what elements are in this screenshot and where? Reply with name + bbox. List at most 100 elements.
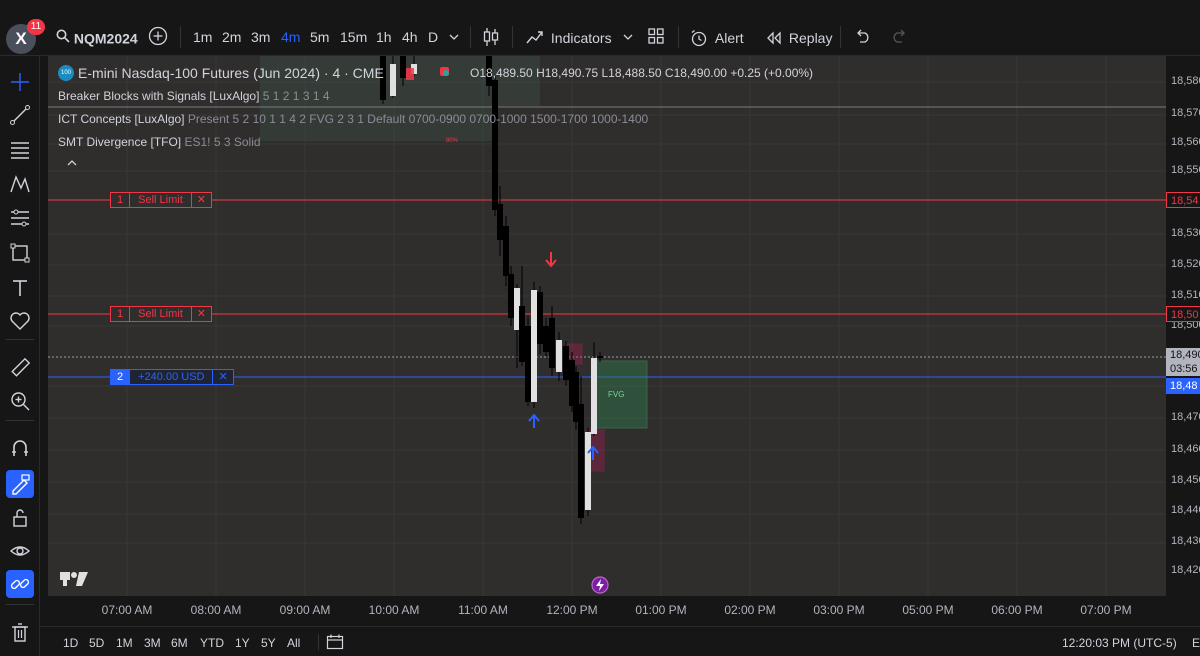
undo-icon xyxy=(857,29,869,43)
toolbar-divider xyxy=(6,420,34,421)
ruler-icon[interactable] xyxy=(6,354,34,382)
top-toolbar: X 11 NQM2024 1m 2m 3m 4m 5m 15m 1h 4h D … xyxy=(0,0,1200,56)
undo-button[interactable] xyxy=(854,28,872,48)
range-1y[interactable]: 1Y xyxy=(235,636,250,650)
range-all[interactable]: All xyxy=(287,636,300,650)
toolbar-divider xyxy=(6,604,34,605)
rectangle-icon[interactable] xyxy=(6,239,34,267)
price-tick: 18,570 xyxy=(1171,107,1200,119)
indicator-smt-divergence[interactable]: SMT Divergence [TFO] ES1! 5 3 Solid xyxy=(58,135,261,149)
alert-button[interactable]: Alert xyxy=(690,27,744,48)
time-tick: 11:00 AM xyxy=(458,603,508,617)
replay-button[interactable]: Replay xyxy=(766,27,832,48)
time-tick: 08:00 AM xyxy=(190,603,242,617)
indicator-ict-concepts[interactable]: ICT Concepts [LuxAlgo] Present 5 2 10 1 … xyxy=(58,112,648,126)
position-qty: 2 xyxy=(110,369,131,385)
magnet-icon[interactable] xyxy=(6,434,34,462)
trend-line-icon[interactable] xyxy=(6,101,34,129)
grid-layout-icon xyxy=(648,28,664,44)
range-ytd[interactable]: YTD xyxy=(200,636,224,650)
timeframe-4h[interactable]: 4h xyxy=(402,27,418,47)
drawing-toolbar xyxy=(0,56,40,656)
sell-limit-order-2[interactable]: 1 Sell Limit ✕ xyxy=(110,306,212,322)
bar-countdown-label: 03:56 xyxy=(1166,362,1200,376)
price-tick: 18,580 xyxy=(1171,75,1200,87)
timeframe-3m[interactable]: 3m xyxy=(251,27,270,47)
chart-pane[interactable]: 80% FVG 100 E-mini Nasdaq-100 Futures (J… xyxy=(48,56,1166,596)
timeframe-15m[interactable]: 15m xyxy=(340,27,367,47)
timeframe-4m[interactable]: 4m xyxy=(281,27,300,47)
chart-type-button[interactable] xyxy=(481,26,501,53)
timeframe-2m[interactable]: 2m xyxy=(222,27,241,47)
range-1d[interactable]: 1D xyxy=(63,636,78,650)
pattern-icon[interactable] xyxy=(6,170,34,198)
sell-signal-arrow xyxy=(545,252,557,268)
indicators-button[interactable]: Indicators xyxy=(526,27,612,48)
stay-in-drawing-mode-icon[interactable] xyxy=(6,470,34,498)
heart-icon[interactable] xyxy=(6,307,34,335)
alarm-clock-icon xyxy=(691,30,707,47)
timezone-clock[interactable]: 12:20:03 PM (UTC-5) xyxy=(1062,636,1177,650)
goto-date-button[interactable] xyxy=(326,634,344,655)
trailing-label[interactable]: E xyxy=(1192,636,1200,650)
range-5d[interactable]: 5D xyxy=(89,636,104,650)
time-tick: 03:00 PM xyxy=(813,603,865,617)
tradingview-logo xyxy=(60,572,88,586)
high-value: 18,490.75 xyxy=(544,66,599,80)
indicator-params: Present 5 2 10 1 1 4 2 FVG 2 3 1 Default… xyxy=(187,112,649,126)
cancel-order-button[interactable]: ✕ xyxy=(191,306,212,322)
legend-title[interactable]: E-mini Nasdaq-100 Futures (Jun 2024) · 4… xyxy=(78,65,384,81)
close-position-button[interactable]: ✕ xyxy=(213,369,234,385)
data-status-dot xyxy=(443,70,449,76)
price-tick: 18,460 xyxy=(1171,443,1200,455)
indicator-breaker-blocks[interactable]: Breaker Blocks with Signals [LuxAlgo] 5 … xyxy=(58,89,330,103)
timeframe-1h[interactable]: 1h xyxy=(376,27,392,47)
sell-limit-order-1[interactable]: 1 Sell Limit ✕ xyxy=(110,192,212,208)
sell-limit-price-label: 18,54 xyxy=(1166,192,1200,208)
crosshair-icon[interactable] xyxy=(6,68,34,96)
price-tick: 18,560 xyxy=(1171,136,1200,148)
sync-link-icon[interactable] xyxy=(6,570,34,598)
eye-icon[interactable] xyxy=(6,537,34,565)
indicators-dropdown[interactable] xyxy=(622,28,634,48)
zoom-in-icon[interactable] xyxy=(6,387,34,415)
layouts-button[interactable] xyxy=(647,27,665,50)
lock-icon[interactable] xyxy=(6,504,34,532)
timeframe-1m[interactable]: 1m xyxy=(193,27,212,47)
range-3m[interactable]: 3M xyxy=(144,636,161,650)
time-tick: 10:00 AM xyxy=(368,603,420,617)
chevron-up-icon xyxy=(67,160,77,166)
range-6m[interactable]: 6M xyxy=(171,636,188,650)
timeframe-d[interactable]: D xyxy=(428,27,438,47)
cancel-order-button[interactable]: ✕ xyxy=(191,192,212,208)
time-tick: 09:00 AM xyxy=(279,603,331,617)
time-tick: 02:00 PM xyxy=(724,603,776,617)
toolbar-divider xyxy=(180,26,181,48)
chart-settings-button[interactable] xyxy=(1174,56,1194,62)
trash-icon[interactable] xyxy=(6,619,34,647)
add-circle-icon xyxy=(148,26,168,46)
toolbar-divider xyxy=(318,634,319,650)
indicator-params: 5 1 2 1 3 1 4 xyxy=(262,89,330,103)
range-5y[interactable]: 5Y xyxy=(261,636,276,650)
ohlc-values: O18,489.50 H18,490.75 L18,488.50 C18,490… xyxy=(470,66,813,80)
text-tool-icon[interactable] xyxy=(6,274,34,302)
forecast-icon[interactable] xyxy=(6,204,34,232)
range-1m[interactable]: 1M xyxy=(116,636,133,650)
price-axis[interactable]: 18,580 18,570 18,560 18,550 18,530 18,52… xyxy=(1166,56,1200,596)
symbol-search[interactable]: NQM2024 xyxy=(56,27,138,48)
order-qty: 1 xyxy=(110,306,131,322)
redo-button[interactable] xyxy=(890,28,908,48)
compare-symbol-button[interactable] xyxy=(148,26,168,51)
position-order[interactable]: 2 +240.00 USD ✕ xyxy=(110,369,234,385)
position-price-label: 18,48 xyxy=(1166,378,1200,394)
timeframe-dropdown[interactable] xyxy=(448,28,460,48)
timeframe-5m[interactable]: 5m xyxy=(310,27,329,47)
fib-retracement-icon[interactable] xyxy=(6,136,34,164)
toolbar-divider xyxy=(470,26,471,48)
notification-badge: 11 xyxy=(27,19,45,35)
time-tick: 05:00 PM xyxy=(902,603,954,617)
toolbar-divider xyxy=(678,26,679,48)
time-axis[interactable]: 07:00 AM 08:00 AM 09:00 AM 10:00 AM 11:0… xyxy=(48,596,1166,626)
time-tick: 01:00 PM xyxy=(635,603,687,617)
